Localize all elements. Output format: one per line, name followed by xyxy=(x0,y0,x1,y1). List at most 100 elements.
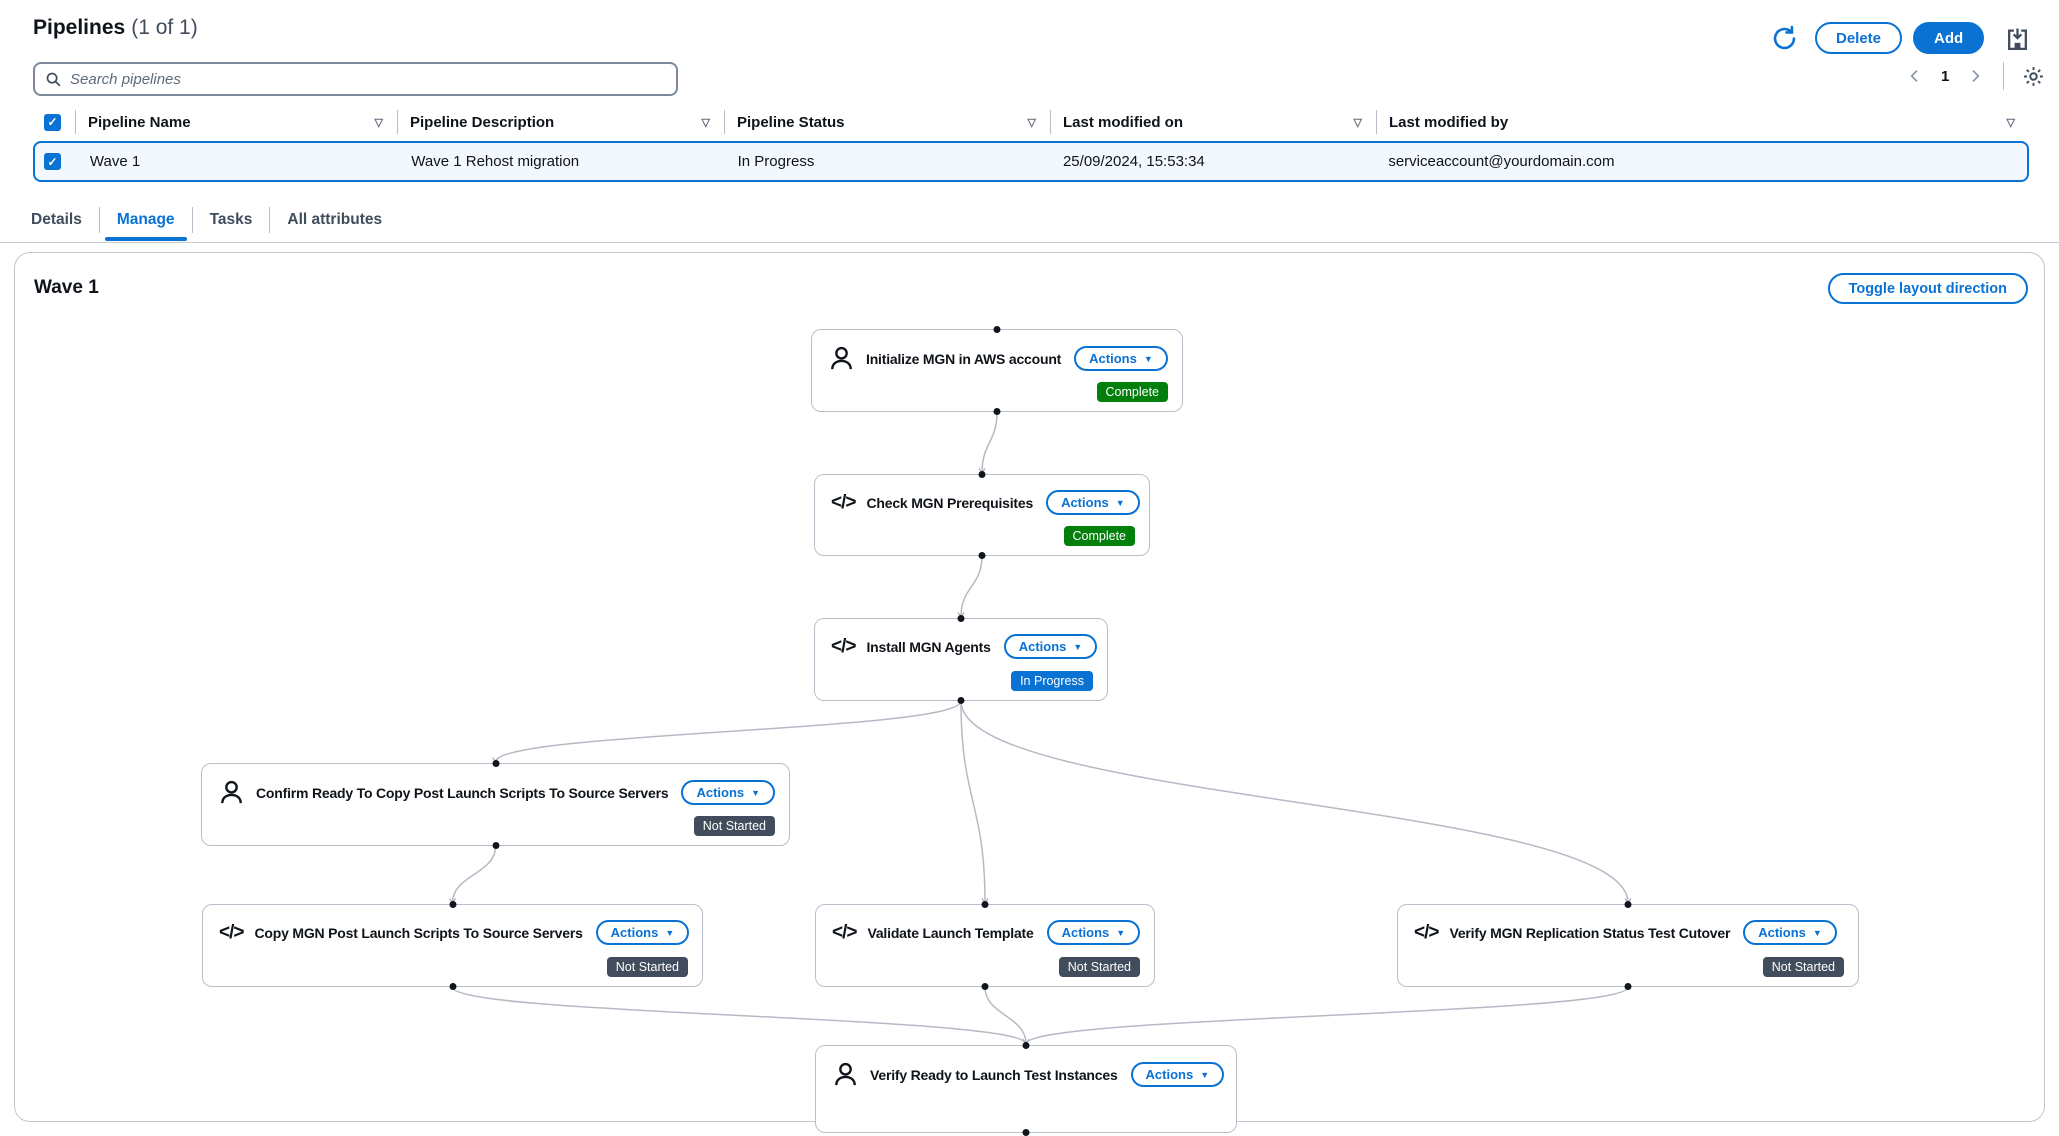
table-row[interactable]: ✓ Wave 1 Wave 1 Rehost migration In Progres… xyxy=(33,141,2029,182)
current-page[interactable]: 1 xyxy=(1935,68,1955,85)
code-icon: </> xyxy=(831,491,857,513)
actions-dropdown-button[interactable]: Actions ▼ xyxy=(1074,346,1168,371)
node-title: Check MGN Prerequisites xyxy=(866,494,1034,511)
chevron-down-icon: ▼ xyxy=(1812,927,1822,938)
actions-label: Actions xyxy=(1018,639,1067,654)
connection-handle-top[interactable] xyxy=(449,901,456,908)
filter-icon[interactable]: ▽ xyxy=(1354,116,1362,129)
node-title: Initialize MGN in AWS account xyxy=(866,350,1062,367)
chevron-down-icon: ▼ xyxy=(1116,927,1126,938)
status-badge: Not Started xyxy=(606,957,688,977)
pipeline-node-verify-launch[interactable]: Verify Ready to Launch Test Instances Act… xyxy=(815,1042,1237,1136)
tab-manage[interactable]: Manage xyxy=(100,197,192,243)
actions-dropdown-button[interactable]: Actions ▼ xyxy=(1130,1062,1225,1087)
code-icon: </> xyxy=(219,921,245,943)
add-button[interactable]: Add xyxy=(1913,22,1985,54)
connection-handle-bottom[interactable] xyxy=(1022,1129,1030,1136)
connection-handle-bottom[interactable] xyxy=(449,983,456,990)
chevron-down-icon: ▼ xyxy=(1200,1069,1210,1080)
table-cell: In Progress xyxy=(737,153,815,170)
tab-tasks[interactable]: Tasks xyxy=(193,197,270,243)
connection-handle-bottom[interactable] xyxy=(1624,983,1632,990)
filter-icon[interactable]: ▽ xyxy=(702,116,710,129)
connection-handle-top[interactable] xyxy=(1022,1042,1030,1049)
pipeline-node-verify-replication[interactable]: </> Verify MGN Replication Status Test Cu… xyxy=(1397,901,1859,990)
node-title: Confirm Ready To Copy Post Launch Script… xyxy=(256,784,669,801)
table-settings-button[interactable] xyxy=(2020,63,2046,89)
page-count: (1 of 1) xyxy=(131,16,198,39)
node-title: Validate Launch Template xyxy=(867,924,1034,941)
select-all-checkbox[interactable]: ✓ xyxy=(44,113,61,131)
status-badge: Complete xyxy=(1096,382,1168,402)
actions-dropdown-button[interactable]: Actions ▼ xyxy=(595,920,690,945)
column-header-label[interactable]: Pipeline Status xyxy=(725,114,845,131)
pipeline-node-init[interactable]: Initialize MGN in AWS account Actions ▼ Com… xyxy=(811,326,1183,415)
search-icon xyxy=(45,71,62,88)
column-header-label[interactable]: Pipeline Name xyxy=(76,114,191,131)
select-all-cell: ✓ xyxy=(33,110,76,134)
actions-label: Actions xyxy=(610,925,659,940)
pipeline-node-copy[interactable]: </> Copy MGN Post Launch Scripts To Sourc… xyxy=(202,901,703,990)
connection-handle-top[interactable] xyxy=(981,901,989,908)
tab-details[interactable]: Details xyxy=(14,197,99,243)
actions-dropdown-button[interactable]: Actions ▼ xyxy=(681,780,776,805)
filter-icon[interactable]: ▽ xyxy=(2007,116,2015,129)
actions-dropdown-button[interactable]: Actions ▼ xyxy=(1046,490,1140,515)
delete-button[interactable]: Delete xyxy=(1815,22,1903,54)
actions-label: Actions xyxy=(696,785,745,800)
gear-icon xyxy=(2022,65,2045,88)
connection-handle-top[interactable] xyxy=(492,760,499,767)
column-header: Pipeline Name ▽ xyxy=(76,110,398,134)
pipeline-node-validate[interactable]: </> Validate Launch Template Actions ▼ Not S… xyxy=(815,901,1155,990)
status-badge: Not Started xyxy=(1058,957,1140,977)
actions-label: Actions xyxy=(1061,495,1109,510)
column-header: Last modified on ▽ xyxy=(1051,110,1377,134)
export-button[interactable] xyxy=(2002,24,2032,54)
user-icon xyxy=(218,779,245,806)
tabs-rule xyxy=(0,242,2059,243)
search-input[interactable] xyxy=(70,70,666,88)
filter-icon[interactable]: ▽ xyxy=(375,116,383,129)
previous-page-button[interactable] xyxy=(1903,64,1927,88)
column-header-label[interactable]: Last modified by xyxy=(1377,114,1508,131)
refresh-icon xyxy=(1771,25,1798,52)
tab-bar: Details Manage Tasks All attributes xyxy=(14,197,399,243)
pipeline-node-check[interactable]: </> Check MGN Prerequisites Actions ▼ Comple… xyxy=(814,471,1150,559)
divider xyxy=(2003,62,2005,90)
filter-icon[interactable]: ▽ xyxy=(1028,116,1036,129)
connection-handle-bottom[interactable] xyxy=(993,408,1001,415)
chevron-down-icon: ▼ xyxy=(1115,497,1125,508)
row-checkbox[interactable]: ✓ xyxy=(44,153,61,170)
actions-label: Actions xyxy=(1145,1067,1194,1082)
connection-handle-top[interactable] xyxy=(1624,901,1632,908)
table-cell: Wave 1 Rehost migration xyxy=(411,153,580,170)
connection-handle-bottom[interactable] xyxy=(978,552,986,559)
actions-dropdown-button[interactable]: Actions ▼ xyxy=(1046,920,1141,945)
actions-label: Actions xyxy=(1758,925,1806,940)
column-header: Last modified by ▽ xyxy=(1377,110,2029,134)
refresh-button[interactable] xyxy=(1768,22,1800,54)
connection-handle-top[interactable] xyxy=(978,471,986,478)
status-badge: Not Started xyxy=(1762,957,1844,977)
connection-handle-bottom[interactable] xyxy=(981,983,989,990)
connection-handle-bottom[interactable] xyxy=(492,842,499,849)
row-select-cell: ✓ xyxy=(35,150,78,174)
connection-handle-top[interactable] xyxy=(993,326,1001,333)
code-icon: </> xyxy=(1414,921,1440,943)
connection-handle-bottom[interactable] xyxy=(957,697,965,704)
status-badge: Not Started xyxy=(693,816,775,836)
status-badge: In Progress xyxy=(1011,671,1093,691)
actions-dropdown-button[interactable]: Actions ▼ xyxy=(1003,634,1098,659)
pipeline-node-confirm[interactable]: Confirm Ready To Copy Post Launch Script… xyxy=(201,760,790,849)
actions-dropdown-button[interactable]: Actions ▼ xyxy=(1743,920,1837,945)
column-header: Pipeline Description ▽ xyxy=(398,110,725,134)
node-title: Install MGN Agents xyxy=(866,638,991,655)
actions-label: Actions xyxy=(1089,351,1137,366)
tab-all-attributes[interactable]: All attributes xyxy=(270,197,399,243)
pipeline-node-install[interactable]: </> Install MGN Agents Actions ▼ In Progress xyxy=(814,615,1108,704)
connection-handle-top[interactable] xyxy=(957,615,965,622)
column-header-label[interactable]: Last modified on xyxy=(1051,114,1183,131)
column-header-label[interactable]: Pipeline Description xyxy=(398,114,554,131)
next-page-button[interactable] xyxy=(1963,64,1987,88)
column-header: Pipeline Status ▽ xyxy=(725,110,1051,134)
